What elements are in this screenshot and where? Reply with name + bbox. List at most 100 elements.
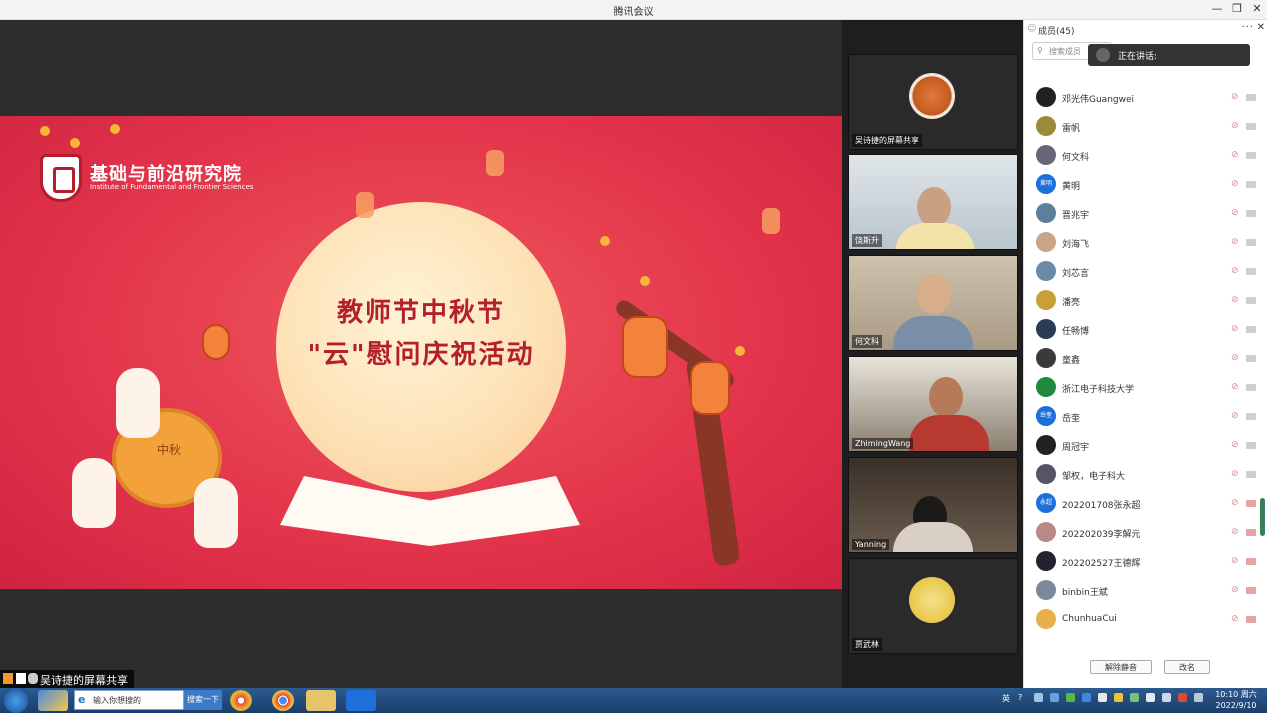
- video-tile[interactable]: 何文科: [848, 255, 1018, 351]
- mic-muted-icon[interactable]: ⊘: [1231, 324, 1241, 335]
- video-tile[interactable]: ZhimingWang: [848, 356, 1018, 452]
- camera-icon[interactable]: [1246, 268, 1256, 275]
- camera-icon[interactable]: [1246, 123, 1256, 130]
- wechat-icon[interactable]: [306, 690, 336, 711]
- signal-icon[interactable]: [1194, 693, 1203, 702]
- camera-icon[interactable]: [1246, 384, 1256, 391]
- member-row[interactable]: 黄明 黄明 ⊘: [1024, 171, 1267, 200]
- network-icon[interactable]: [1146, 693, 1155, 702]
- bluetooth-icon[interactable]: [1082, 693, 1091, 702]
- shared-screen-stage[interactable]: 中秋 基础与前沿研究院 Institute of Fundamental and…: [0, 20, 842, 688]
- volume-icon[interactable]: [1162, 693, 1171, 702]
- camera-icon[interactable]: [1246, 181, 1256, 188]
- tray-icon[interactable]: [1050, 693, 1059, 702]
- camera-icon[interactable]: [1246, 355, 1256, 362]
- ie-search-button[interactable]: 搜索一下: [184, 690, 222, 710]
- taskbar-clock[interactable]: 10:10 周六 2022/9/10: [1208, 689, 1264, 711]
- camera-icon[interactable]: [1246, 442, 1256, 449]
- close-panel-icon[interactable]: ✕: [1257, 22, 1265, 33]
- video-tile[interactable]: 饶斯升: [848, 154, 1018, 250]
- tray-icon[interactable]: [1034, 693, 1043, 702]
- camera-icon[interactable]: [1246, 587, 1256, 594]
- video-tile[interactable]: 贾武林: [848, 558, 1018, 654]
- more-options-icon[interactable]: ···: [1241, 22, 1254, 33]
- tray-icon[interactable]: [1130, 693, 1139, 702]
- member-row[interactable]: 岳奎 岳奎 ⊘: [1024, 403, 1267, 432]
- member-list[interactable]: 邓光伟Guangwei ⊘ 雷帆 ⊘ 何文科 ⊘ 黄明 黄明 ⊘ 晋兆宇 ⊘ 刘海飞 ⊘ 刘芯言 ⊘ 潘亮 ⊘ 任…: [1024, 68, 1267, 648]
- 360-browser-icon[interactable]: [230, 690, 252, 711]
- mic-muted-icon[interactable]: ⊘: [1231, 411, 1241, 422]
- mic-muted-icon[interactable]: ⊘: [1231, 469, 1241, 480]
- member-list-scrollbar[interactable]: [1260, 498, 1265, 536]
- camera-icon[interactable]: [1246, 94, 1256, 101]
- mic-muted-icon[interactable]: ⊘: [1231, 382, 1241, 393]
- mic-muted-icon[interactable]: ⊘: [1231, 556, 1241, 567]
- mic-muted-icon[interactable]: ⊘: [1231, 353, 1241, 364]
- rename-button[interactable]: 改名: [1164, 660, 1210, 674]
- mic-muted-icon[interactable]: ⊘: [1231, 614, 1241, 625]
- member-row[interactable]: 何文科 ⊘: [1024, 142, 1267, 171]
- camera-icon[interactable]: [1246, 297, 1256, 304]
- help-icon[interactable]: ?: [1018, 693, 1022, 702]
- camera-icon[interactable]: [1246, 500, 1256, 507]
- member-row[interactable]: 邓光伟Guangwei ⊘: [1024, 84, 1267, 113]
- member-row[interactable]: 202202039李解元 ⊘: [1024, 519, 1267, 548]
- close-icon[interactable]: ✕: [1250, 2, 1264, 15]
- app-icon[interactable]: [38, 690, 68, 711]
- start-button[interactable]: [4, 689, 28, 713]
- mic-muted-icon[interactable]: ⊘: [1231, 440, 1241, 451]
- tray-icon[interactable]: [1098, 693, 1107, 702]
- mic-muted-icon[interactable]: ⊘: [1231, 498, 1241, 509]
- member-avatar: [1036, 232, 1056, 252]
- mic-muted-icon[interactable]: ⊘: [1231, 527, 1241, 538]
- member-name: 邓光伟Guangwei: [1062, 95, 1135, 105]
- video-tile[interactable]: 吴诗捷的屏幕共享: [848, 54, 1018, 150]
- camera-icon[interactable]: [1246, 616, 1256, 623]
- member-row[interactable]: 任畅博 ⊘: [1024, 316, 1267, 345]
- member-row[interactable]: 童鑫 ⊘: [1024, 345, 1267, 374]
- mic-muted-icon[interactable]: ⊘: [1231, 266, 1241, 277]
- mic-muted-icon[interactable]: ⊘: [1231, 585, 1241, 596]
- member-row[interactable]: 浙江电子科技大学 ⊘: [1024, 374, 1267, 403]
- member-row[interactable]: 潘亮 ⊘: [1024, 287, 1267, 316]
- member-name: 晋兆宇: [1062, 211, 1090, 221]
- member-row[interactable]: 雷帆 ⊘: [1024, 113, 1267, 142]
- ie-search-input[interactable]: e 输入你想搜的: [74, 690, 184, 710]
- tencent-meeting-icon[interactable]: [346, 690, 376, 711]
- camera-icon[interactable]: [1246, 558, 1256, 565]
- mic-muted-icon[interactable]: ⊘: [1231, 150, 1241, 161]
- rabbit-illustration: [194, 478, 238, 548]
- mic-muted-icon[interactable]: ⊘: [1231, 208, 1241, 219]
- video-tile[interactable]: Yanning: [848, 457, 1018, 553]
- camera-icon[interactable]: [1246, 210, 1256, 217]
- member-row[interactable]: ChunhuaCui ⊘: [1024, 606, 1267, 635]
- mic-muted-icon[interactable]: ⊘: [1231, 92, 1241, 103]
- camera-icon[interactable]: [1246, 413, 1256, 420]
- camera-icon[interactable]: [1246, 152, 1256, 159]
- camera-icon[interactable]: [1246, 326, 1256, 333]
- camera-icon[interactable]: [1246, 239, 1256, 246]
- restore-icon[interactable]: ❐: [1230, 2, 1244, 15]
- member-row[interactable]: 邹权，电子科大 ⊘: [1024, 461, 1267, 490]
- tray-icon[interactable]: [1178, 693, 1187, 702]
- camera-icon[interactable]: [1246, 529, 1256, 536]
- mic-muted-icon[interactable]: ⊘: [1231, 121, 1241, 132]
- member-row[interactable]: 202202527王德辉 ⊘: [1024, 548, 1267, 577]
- member-row[interactable]: 刘芯言 ⊘: [1024, 258, 1267, 287]
- unmute-all-button[interactable]: 解除静音: [1090, 660, 1152, 674]
- tray-icon[interactable]: [1114, 693, 1123, 702]
- chrome-icon[interactable]: [272, 690, 294, 711]
- input-language[interactable]: 英: [1002, 693, 1010, 704]
- ie-search-placeholder: 输入你想搜的: [93, 696, 141, 705]
- mic-muted-icon[interactable]: ⊘: [1231, 295, 1241, 306]
- member-row[interactable]: 晋兆宇 ⊘: [1024, 200, 1267, 229]
- member-row[interactable]: 刘海飞 ⊘: [1024, 229, 1267, 258]
- camera-icon[interactable]: [1246, 471, 1256, 478]
- member-row[interactable]: 周冠宇 ⊘: [1024, 432, 1267, 461]
- member-row[interactable]: 永超 202201708张永超 ⊘: [1024, 490, 1267, 519]
- minimize-icon[interactable]: —: [1210, 2, 1224, 15]
- member-row[interactable]: binbin王斌 ⊘: [1024, 577, 1267, 606]
- tray-icon[interactable]: [1066, 693, 1075, 702]
- mic-muted-icon[interactable]: ⊘: [1231, 237, 1241, 248]
- mic-muted-icon[interactable]: ⊘: [1231, 179, 1241, 190]
